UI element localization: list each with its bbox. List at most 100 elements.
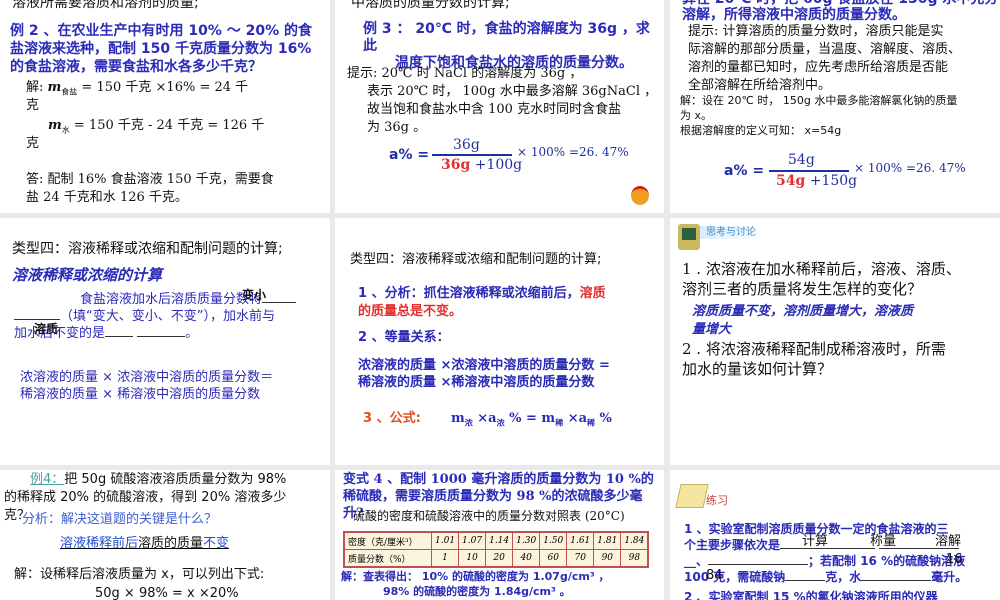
analysis-line: 的质量总是不变。 [358,304,463,319]
hint-line: 故当饱和食盐水中含 100 克水时同时含食盐 [367,102,622,117]
answer-line: 盐 24 千克和水 126 千克。 [26,190,188,205]
question-line: 1 . 浓溶液在加水稀释前后，溶液、溶质、 [682,260,961,278]
analysis-line: 分析：解决这道题的关键是什么？ [22,512,218,527]
slide-thumbnail-5[interactable]: 类型四：溶液稀释或浓缩和配制问题的计算; 1 、分析：抓住溶液稀释或浓缩前后，溶… [335,218,664,465]
formula-numerator: 36g [453,137,480,153]
exercise-line: 100 克，需硫酸钠 克，水 毫升。 [684,570,968,584]
table-cell: 10 [458,549,487,568]
key-point: 溶液稀释前后溶质的质量不变 [60,536,230,551]
solution-line: 解：查表得出： 10% 的硫酸的密度为 1.07g/cm³ ， [341,570,610,583]
handwritten-answer: 计算 [802,534,829,549]
example-line: 例4：把 50g 硫酸溶液溶质质量分数为 98% [30,472,287,487]
handwritten-answer: 溶解 [935,534,962,549]
relation-heading: 2 、等量关系： [358,330,450,345]
slide-subtitle: 溶液稀释或浓缩的计算 [12,266,163,284]
handwritten-answer: 溶质 [34,322,59,336]
solution-line: 解：设在 20℃ 时， 150g 水中最多能溶解氯化钠的质量 [680,94,958,107]
slide-text: 溶液所需要溶质和溶剂的质量; [12,0,199,11]
formula-lhs: a% = [389,147,430,163]
table-cell: 90 [593,549,622,568]
solution-line: 解：设稀释后溶液质量为 x，可以列出下式: [14,567,265,582]
solution-line: 克 [26,98,40,113]
handwritten-answer: 84 [706,568,723,583]
table-cell: 1.07 [458,531,487,550]
chalkboard-icon [678,224,700,250]
slide-thumbnail-1[interactable]: 溶液所需要溶质和溶剂的质量; 例 2 、在农业生产中有时用 10% ～ 20% … [0,0,330,213]
table-cell: 20 [485,549,514,568]
question-line: 2 . 将浓溶液稀释配制成稀溶液时，所需 [682,340,946,358]
table-cell: 1.30 [512,531,541,550]
exercise-line: __、 ；若配制 16 %的硫酸钠溶液 [684,554,966,568]
table-cell: 60 [539,549,568,568]
table-row: 质量分数（%） 1 10 20 40 60 70 90 98 [343,549,649,568]
banner-label: 练习 [706,494,728,507]
handwritten-answer: 16 [946,552,963,567]
hint-line: 全部溶解在所给溶剂中。 [688,78,832,93]
table-cell: 1.81 [593,531,622,550]
table-cell: 1.50 [539,531,568,550]
answer-line: 量增大 [692,322,732,337]
example-text: 例 2 、在农业生产中有时用 10% ～ 20% 的食 [10,23,313,39]
table-cell: 1.14 [485,531,514,550]
relation-line: 浓溶液的质量 ×浓溶液中溶质的质量分数 = [358,358,610,373]
hint-line: 提示: 20℃ 时 NaCl 的溶解度为 36g ， [347,66,583,81]
example-text: 例 3 ： 20℃ 时，食盐的溶解度为 36g ，求 [363,21,650,37]
hint-line: 提示: 计算溶质的质量分数时，溶质只能是实 [688,24,944,39]
example-text: 溶解，所得溶液中溶质的质量分数。 [682,7,906,23]
handwritten-answer: 称量 [870,534,897,549]
answer-line: 答: 配制 16% 食盐溶液 150 千克，需要食 [26,172,274,187]
slide-thumbnail-9[interactable]: 练习 1 、实验室配制溶质质量分数一定的食盐溶液的三 个主要步骤依次是 __、；… [670,470,1000,600]
table-title: 硫酸的密度和硫酸溶液中的质量分数对照表 (20°C) [353,509,625,523]
solution-line: 98% 的硫酸的密度为 1.84g/cm³ 。 [383,585,571,598]
example-text: 此 [363,38,377,54]
example-line: 的稀释成 20% 的硫酸溶液，得到 20% 溶液多少 [4,490,287,505]
slide-thumbnail-3[interactable]: 算在 20℃ 时，把 60g 食盐放在 150g 水中充分 溶解，所得溶液中溶质… [670,0,1000,213]
question-line: 溶剂三者的质量将发生怎样的变化？ [682,280,923,298]
equation-line: 50g × 98% = x ×20% [95,586,239,600]
table-cell: 1.84 [620,531,649,550]
formula-denominator: 36g +100g [441,157,523,173]
hint-line: 际溶解的那部分质量，当温度、溶解度、溶质、 [688,42,962,57]
formula-denominator: 54g +150g [776,173,858,189]
table-cell: 70 [566,549,595,568]
slide-thumbnail-4[interactable]: 类型四：溶液稀释或浓缩和配制问题的计算; 溶液稀释或浓缩的计算 食盐溶液加水后溶… [0,218,330,465]
table-cell: 1 [430,549,460,568]
slide-title: 类型四：溶液稀释或浓缩和配制问题的计算; [12,241,283,257]
slide-title: 类型四：溶液稀释或浓缩和配制问题的计算; [350,252,602,267]
hint-line: 溶剂的量都已知时，应先考虑所给溶质是否能 [688,60,949,75]
solution-line: 解: m食盐 = 150 千克 ×16% = 24 千 [26,80,249,97]
question-line: 加水的量该如何计算？ [682,360,833,378]
relation-line: 稀溶液的质量 × 稀溶液中溶质的质量分数 [20,387,261,402]
row-header: 质量分数（%） [343,549,432,568]
table-cell: 98 [620,549,649,568]
problem-line: 变式 4 、配制 1000 毫升溶质的质量分数为 10 %的 [343,472,654,487]
hint-line: 为 36g 。 [367,120,427,135]
slide-thumbnail-7[interactable]: 例4：把 50g 硫酸溶液溶质质量分数为 98% 的稀释成 20% 的硫酸溶液，… [0,470,330,600]
table-cell: 1.01 [430,531,460,550]
formula-rhs: × 100% =26. 47% [854,161,966,175]
relation-line: 稀溶液的质量 ×稀溶液中溶质的质量分数 [358,375,595,390]
relation-line: 浓溶液的质量 × 浓溶液中溶质的质量分数＝ [20,370,274,385]
table-cell: 40 [512,549,541,568]
bear-mascot-icon [631,186,649,205]
slide-thumbnail-8[interactable]: 变式 4 、配制 1000 毫升溶质的质量分数为 10 %的 稀硫酸，需要溶质质… [335,470,664,600]
solution-line: 为 x。 [680,109,713,122]
density-table: 密度（克/厘米³） 1.01 1.07 1.14 1.30 1.50 1.61 … [343,531,650,568]
banner-label: 思考与讨论 [700,226,762,239]
row-header: 密度（克/厘米³） [343,531,432,550]
formula-lhs: a% = [724,163,765,179]
slide-thumbnail-6[interactable]: 思考与讨论 1 . 浓溶液在加水稀释前后，溶液、溶质、 溶剂三者的质量将发生怎样… [670,218,1000,465]
table-row: 密度（克/厘米³） 1.01 1.07 1.14 1.30 1.50 1.61 … [343,531,649,550]
answer-line: 溶质质量不变，溶剂质量增大，溶液质 [692,304,914,319]
slide-text: 中溶质的质量分数的计算; [351,0,510,11]
table-cell: 1.61 [566,531,595,550]
hint-line: 表示 20℃ 时， 100g 水中最多溶解 36gNaCl ， [367,84,658,99]
slide-thumbnail-2[interactable]: 中溶质的质量分数的计算; 例 3 ： 20℃ 时，食盐的溶解度为 36g ，求 … [335,0,664,213]
formula-rhs: × 100% =26. 47% [517,145,629,159]
solution-line: 根据溶解度的定义可知： x=54g [680,124,842,137]
formula-numerator: 54g [788,152,815,168]
handwritten-answer: 变小 [242,288,267,302]
dilution-formula: m浓 ×a浓 % = m稀 ×a稀 % [451,411,612,428]
notepad-pencil-icon [675,484,709,508]
example-text: 的食盐溶液，需要食盐和水各多少千克？ [10,59,262,75]
